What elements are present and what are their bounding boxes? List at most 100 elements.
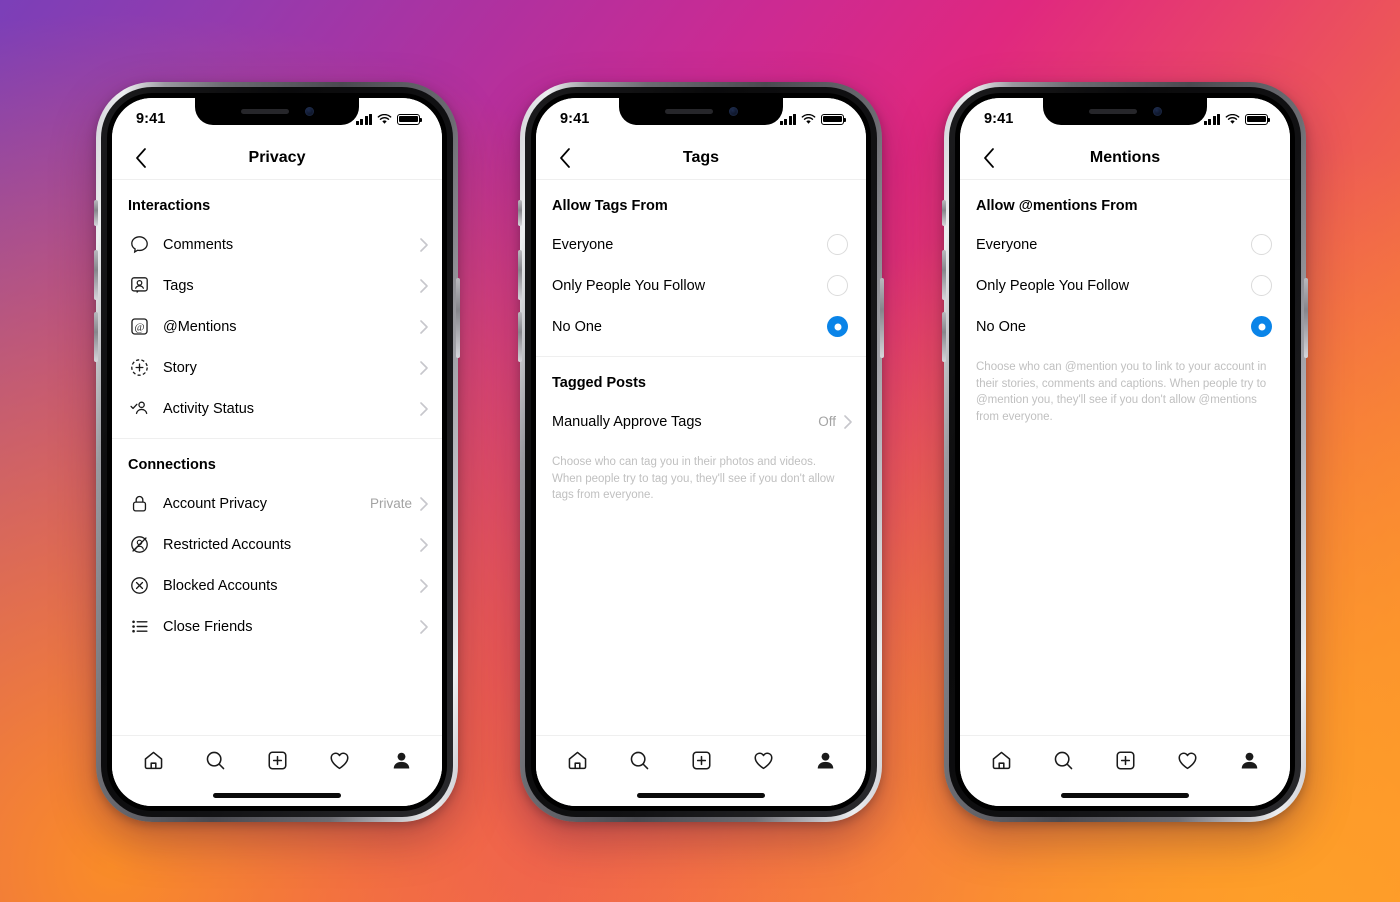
create-tab[interactable] bbox=[257, 740, 297, 780]
status-time: 9:41 bbox=[136, 111, 166, 127]
home-indicator bbox=[960, 784, 1290, 806]
chevron-right-icon bbox=[420, 401, 428, 416]
search-tab[interactable] bbox=[195, 740, 235, 780]
row-account-privacy[interactable]: Account Privacy Private bbox=[112, 483, 442, 524]
heart-icon bbox=[329, 752, 349, 769]
create-tab[interactable] bbox=[1105, 740, 1145, 780]
profile-tab[interactable] bbox=[381, 740, 421, 780]
row-label: Story bbox=[163, 359, 197, 376]
row-mentions[interactable]: @ @Mentions bbox=[112, 306, 442, 347]
row-label: @Mentions bbox=[163, 318, 237, 335]
row-activity-status[interactable]: Activity Status bbox=[112, 388, 442, 429]
activity-tab[interactable] bbox=[319, 740, 359, 780]
volume-up-button[interactable] bbox=[518, 250, 522, 300]
status-indicators bbox=[779, 110, 847, 125]
search-icon bbox=[1054, 751, 1072, 769]
row-tags[interactable]: Tags bbox=[112, 265, 442, 306]
silent-switch[interactable] bbox=[518, 200, 522, 226]
radio-label: Everyone bbox=[976, 236, 1038, 253]
radio-label: No One bbox=[552, 318, 602, 335]
home-tab[interactable] bbox=[981, 740, 1021, 780]
battery-full-icon bbox=[397, 113, 423, 125]
earpiece-speaker bbox=[240, 109, 289, 114]
chevron-left-icon bbox=[984, 147, 994, 168]
radio-option-only-people-you-follow[interactable]: Only People You Follow bbox=[960, 265, 1290, 306]
radio-option-everyone[interactable]: Everyone bbox=[960, 224, 1290, 265]
heart-icon bbox=[1177, 752, 1197, 769]
radio-button-selected-icon[interactable] bbox=[827, 316, 848, 337]
phone-mentions: 9:41 Mentions Allow @mentions From Every… bbox=[942, 82, 1308, 822]
plus-square-icon bbox=[267, 750, 287, 770]
create-tab[interactable] bbox=[681, 740, 721, 780]
person-filled-icon bbox=[393, 752, 409, 769]
earpiece-speaker bbox=[1088, 109, 1137, 114]
power-button[interactable] bbox=[456, 278, 460, 358]
activity-tab[interactable] bbox=[743, 740, 783, 780]
volume-down-button[interactable] bbox=[94, 312, 98, 362]
silent-switch[interactable] bbox=[94, 200, 98, 226]
search-icon bbox=[206, 751, 224, 769]
plus-square-icon bbox=[1115, 750, 1135, 770]
volume-down-button[interactable] bbox=[942, 312, 946, 362]
profile-tab[interactable] bbox=[805, 740, 845, 780]
volume-down-button[interactable] bbox=[518, 312, 522, 362]
radio-option-everyone[interactable]: Everyone bbox=[536, 224, 866, 265]
svg-text:@: @ bbox=[134, 322, 144, 334]
row-label: Manually Approve Tags bbox=[552, 413, 702, 430]
home-indicator bbox=[112, 784, 442, 806]
radio-label: No One bbox=[976, 318, 1026, 335]
radio-label: Only People You Follow bbox=[552, 277, 706, 294]
radio-button-unselected-icon[interactable] bbox=[1251, 234, 1272, 255]
radio-button-unselected-icon[interactable] bbox=[1251, 275, 1272, 296]
radio-button-unselected-icon[interactable] bbox=[827, 234, 848, 255]
home-tab[interactable] bbox=[557, 740, 597, 780]
power-button[interactable] bbox=[1304, 278, 1308, 358]
row-story[interactable]: Story bbox=[112, 347, 442, 388]
profile-tab[interactable] bbox=[1229, 740, 1269, 780]
silent-switch[interactable] bbox=[942, 200, 946, 226]
person-filled-icon bbox=[1241, 752, 1257, 769]
activity-tab[interactable] bbox=[1167, 740, 1207, 780]
row-close-friends[interactable]: Close Friends bbox=[112, 606, 442, 647]
chevron-left-icon bbox=[136, 147, 146, 168]
radio-label: Everyone bbox=[552, 236, 614, 253]
battery-full-icon bbox=[821, 113, 847, 125]
volume-up-button[interactable] bbox=[942, 250, 946, 300]
radio-button-unselected-icon[interactable] bbox=[827, 275, 848, 296]
wallpaper-stage: 9:41 Privacy Interactions Comments Tags … bbox=[0, 0, 1400, 902]
search-tab[interactable] bbox=[619, 740, 659, 780]
radio-button-selected-icon[interactable] bbox=[1251, 316, 1272, 337]
cellular-bars-icon bbox=[355, 113, 372, 125]
back-button[interactable] bbox=[974, 143, 1004, 173]
wifi-icon bbox=[1225, 113, 1240, 124]
chevron-left-icon bbox=[560, 147, 570, 168]
page-title: Mentions bbox=[1089, 148, 1161, 166]
chevron-right-icon bbox=[420, 360, 428, 375]
search-tab[interactable] bbox=[1043, 740, 1083, 780]
row-comments[interactable]: Comments bbox=[112, 224, 442, 265]
volume-up-button[interactable] bbox=[94, 250, 98, 300]
nav-bar-mentions: Mentions bbox=[960, 136, 1290, 180]
phone-tags: 9:41 Tags Allow Tags From Everyone Only … bbox=[518, 82, 884, 822]
section-heading-allow-mentions-from: Allow @mentions From bbox=[976, 198, 1138, 214]
row-blocked-accounts[interactable]: Blocked Accounts bbox=[112, 565, 442, 606]
blocked-circle-x-icon bbox=[128, 574, 151, 597]
power-button[interactable] bbox=[880, 278, 884, 358]
bottom-tab-bar bbox=[112, 735, 442, 784]
section-heading-interactions: Interactions bbox=[128, 198, 211, 214]
back-button[interactable] bbox=[126, 143, 156, 173]
row-restricted-accounts[interactable]: Restricted Accounts bbox=[112, 524, 442, 565]
tags-help-text: Choose who can tag you in their photos a… bbox=[552, 456, 835, 502]
search-icon bbox=[630, 751, 648, 769]
home-tab[interactable] bbox=[133, 740, 173, 780]
at-mention-icon: @ bbox=[128, 315, 151, 338]
back-button[interactable] bbox=[550, 143, 580, 173]
chevron-right-icon bbox=[420, 578, 428, 593]
radio-option-no-one[interactable]: No One bbox=[536, 306, 866, 347]
row-label: Activity Status bbox=[163, 400, 255, 417]
radio-option-only-people-you-follow[interactable]: Only People You Follow bbox=[536, 265, 866, 306]
section-heading-allow-tags-from: Allow Tags From bbox=[552, 198, 668, 214]
radio-option-no-one[interactable]: No One bbox=[960, 306, 1290, 347]
row-label: Close Friends bbox=[163, 618, 253, 635]
row-manually-approve-tags[interactable]: Manually Approve Tags Off bbox=[536, 401, 866, 442]
